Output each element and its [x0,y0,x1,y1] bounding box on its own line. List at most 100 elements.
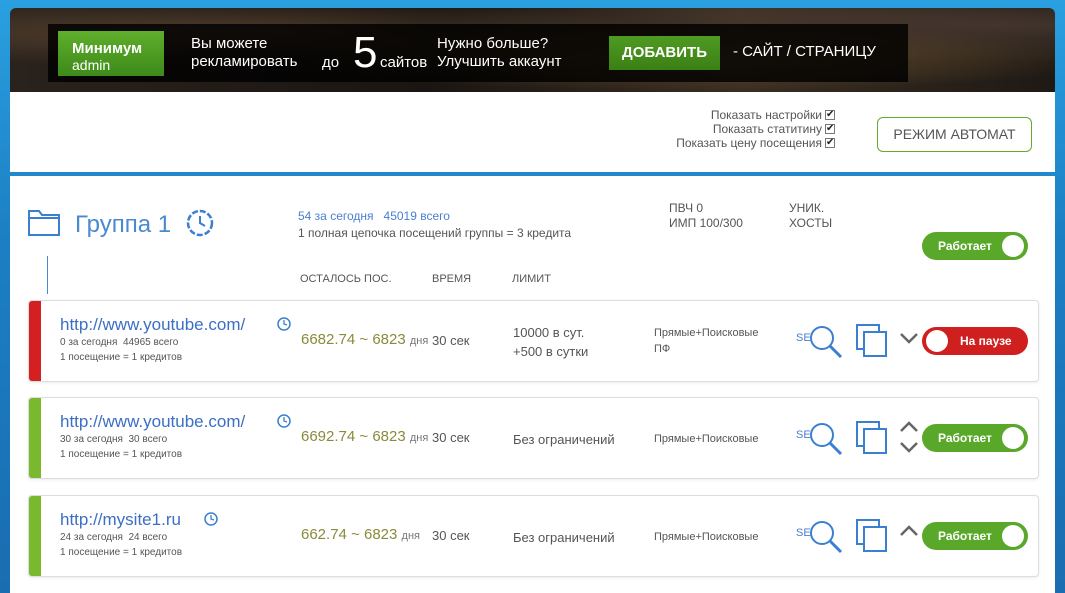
imp-value: ИМП 100/300 [669,216,743,230]
site-remaining: 6692.74 ~ 6823 дня [301,428,428,445]
site-cost: 1 посещение = 1 кредитов [60,352,183,363]
plan-user: admin [72,57,111,73]
promo-line-1: Вы можете [191,35,268,52]
site-status-label: Работает [938,529,992,543]
site-status-toggle[interactable]: Работает [922,522,1028,550]
show-settings-checkbox[interactable]: ✔ [825,110,835,120]
group-stats: 54 за сегодня 45019 всего [298,209,450,223]
group-chain-cost: 1 полная цепочка посещений группы = 3 кр… [298,226,572,240]
site-limit: Без ограничений [513,430,615,449]
show-price-label: Показать цену посещения [676,136,822,150]
days-value: ~ 6823 [359,331,406,348]
add-suffix-label: - САЙТ / СТРАНИЦУ [733,43,876,60]
days-value: ~ 6823 [359,428,406,445]
divider [47,256,48,294]
search-icon[interactable] [807,420,845,458]
limit-line-2: +500 в сутки [513,344,589,359]
days-unit: дня [409,432,429,444]
site-visits: 0 за сегодня 44965 всего [60,337,178,348]
show-stats-option[interactable]: Показать статитину ✔ [713,122,835,136]
site-total: 44965 всего [122,337,179,348]
traffic-line-1: Прямые+Поисковые [654,531,759,543]
plan-badge: Минимум admin [58,31,164,76]
status-bar [29,301,41,381]
site-status-toggle[interactable]: Работает [922,424,1028,452]
remaining-value: 6682.74 [301,331,356,348]
copy-icon[interactable] [855,420,889,456]
add-site-button[interactable]: ДОБАВИТЬ [609,36,720,70]
site-traffic-type: Прямые+Поисковые [654,431,758,447]
show-stats-label: Показать статитину [712,122,822,136]
group-today: 54 за сегодня [298,209,374,223]
need-more-label: Нужно больше? [437,35,549,52]
copy-icon[interactable] [855,323,889,359]
promo-line-2: рекламировать [191,53,298,70]
days-value: ~ 6823 [351,526,398,543]
site-clock-icon[interactable] [276,316,292,332]
up-to-label: до [322,54,340,71]
group-total: 45019 всего [383,209,450,223]
site-traffic-type: Прямые+Поисковые [654,529,758,545]
settings-panel: Показать настройки ✔ Показать статитину … [10,92,1055,172]
col-remaining: ОСТАЛОСЬ ПОС. [300,273,392,285]
col-limit: ЛИМИТ [512,273,551,285]
pvch-value: ПВЧ 0 [669,201,704,215]
top-banner: Минимум admin Вы можете рекламировать до… [10,8,1055,92]
site-status-label: Работает [938,431,992,445]
site-row: http://www.youtube.com/ 0 за сегодня 449… [28,300,1039,382]
traffic-line-1: Прямые+Поисковые [654,433,759,445]
uniq-label-2: ХОСТЫ [789,216,833,230]
chevron-down-icon[interactable] [899,440,919,454]
group-panel: Группа 1 54 за сегодня 45019 всего 1 пол… [10,176,1055,593]
remaining-value: 6692.74 [301,428,356,445]
traffic-line-2: ПФ [654,343,671,355]
toggle-knob [1002,235,1024,257]
plan-name: Минимум [72,40,143,57]
auto-mode-button[interactable]: РЕЖИМ АВТОМАТ [877,117,1032,152]
site-today: 30 за сегодня [60,434,123,445]
chevron-down-icon[interactable] [899,331,919,345]
group-title[interactable]: Группа 1 [75,211,171,239]
site-url-link[interactable]: http://www.youtube.com/ [60,412,265,432]
days-unit: дня [409,335,429,347]
chevron-up-icon[interactable] [899,524,919,538]
days-unit: дня [401,530,420,542]
show-settings-label: Показать настройки [710,108,822,122]
site-clock-icon[interactable] [276,413,292,429]
show-stats-checkbox[interactable]: ✔ [825,124,835,134]
folder-icon[interactable] [27,207,61,237]
limit-line-1: Без ограничений [513,432,615,447]
toggle-knob [926,330,948,352]
schedule-clock-icon[interactable] [185,208,215,238]
site-time: 30 сек [432,430,470,445]
toggle-knob [1002,525,1024,547]
show-price-checkbox[interactable]: ✔ [825,138,835,148]
site-limit: Без ограничений [513,528,615,547]
site-clock-icon[interactable] [203,511,219,527]
show-price-option[interactable]: Показать цену посещения ✔ [676,136,835,150]
sites-label: сайтов [380,54,428,71]
site-url-link[interactable]: http://mysite1.ru [60,510,265,530]
group-status-label: Работает [938,239,992,253]
site-time: 30 сек [432,333,470,348]
limit-line-1: 10000 в сут. [513,325,585,340]
chevron-up-icon[interactable] [899,420,919,434]
search-icon[interactable] [807,323,845,361]
site-remaining: 6682.74 ~ 6823 дня [301,331,428,348]
group-status-toggle[interactable]: Работает [922,232,1028,260]
limit-line-1: Без ограничений [513,530,615,545]
site-total: 24 всего [128,532,168,543]
site-traffic-type: Прямые+Поисковые ПФ [654,325,758,357]
site-limit: 10000 в сут. +500 в сутки [513,323,588,361]
copy-icon[interactable] [855,518,889,554]
site-url-link[interactable]: http://www.youtube.com/ [60,315,265,335]
upgrade-account-link[interactable]: Улучшить аккаунт [437,52,561,72]
show-settings-option[interactable]: Показать настройки ✔ [711,108,835,122]
status-bar [29,496,41,576]
col-time: ВРЕМЯ [432,273,472,285]
search-icon[interactable] [807,518,845,556]
uniq-label-1: УНИК. [789,201,825,215]
site-today: 0 за сегодня [60,337,118,348]
site-status-toggle[interactable]: На паузе [922,327,1028,355]
site-visits: 30 за сегодня 30 всего [60,434,167,445]
